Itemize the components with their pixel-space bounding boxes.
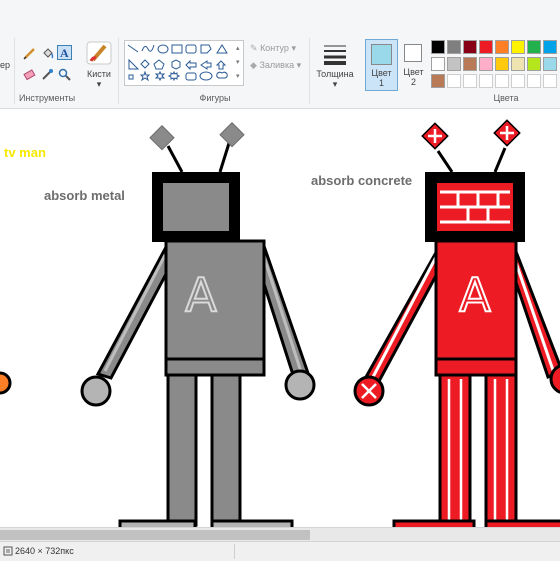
scrollbar-thumb[interactable] — [0, 530, 310, 540]
ribbon-separator — [309, 38, 310, 104]
metal-screen-letter: A — [185, 268, 217, 322]
palette-swatch[interactable] — [511, 74, 525, 88]
chevron-down-icon: ▾ — [332, 79, 338, 89]
chevron-down-icon: ▾ — [291, 43, 296, 53]
palette-swatch[interactable] — [463, 74, 477, 88]
palette-swatch[interactable] — [463, 57, 477, 71]
thickness-lines-icon — [324, 45, 346, 65]
colors-group-label: Цвета — [493, 93, 519, 103]
status-bar: 2640 × 732пкс — [0, 541, 560, 561]
palette-swatch[interactable] — [543, 74, 557, 88]
concrete-screen-letter: A — [459, 268, 491, 322]
svg-text:A: A — [60, 46, 69, 59]
drawing-strokes: A A — [0, 119, 560, 527]
tools-group-label: Инструменты — [18, 93, 76, 103]
shapes-icons — [127, 44, 228, 82]
palette-swatch[interactable] — [431, 40, 445, 54]
text-a-icon: A — [60, 46, 69, 59]
magnifier-icon — [58, 68, 71, 81]
paint-bucket-icon — [43, 48, 54, 59]
drawing-canvas[interactable]: tv man absorb metal absorb concrete A A — [0, 109, 560, 527]
color1-button[interactable]: Цвет 1 — [365, 39, 398, 91]
brushes-button[interactable] — [85, 40, 113, 66]
horizontal-scrollbar[interactable] — [0, 527, 560, 542]
canvas-size-icon — [3, 546, 13, 558]
metal-antenna-left — [149, 124, 175, 151]
palette-swatch[interactable] — [511, 40, 525, 54]
palette-swatch[interactable] — [447, 40, 461, 54]
metal-antenna-right — [219, 121, 245, 148]
fill-button[interactable]: ◆ Заливка ▾ — [250, 60, 301, 71]
palette-swatch[interactable] — [479, 74, 493, 88]
palette-swatch[interactable] — [495, 57, 509, 71]
shapes-scroll[interactable]: ▴ ▾ ▾ — [236, 42, 242, 84]
ribbon-separator — [14, 38, 15, 104]
color2-number: 2 — [410, 77, 416, 87]
ribbon: ер A Инструменты Кисти ▾ ▴ ▾ ▾ ✎ Контур … — [0, 0, 560, 109]
color-picker-tool[interactable] — [40, 67, 55, 82]
palette-swatch[interactable] — [543, 57, 557, 71]
metal-robot — [80, 121, 316, 527]
shapes-gallery[interactable] — [124, 40, 244, 86]
orange-robot-hand — [0, 371, 12, 395]
clipboard-partial-label: ер — [0, 60, 11, 70]
palette-swatch[interactable] — [543, 40, 557, 54]
chevron-down-icon: ▾ — [96, 79, 102, 89]
shapes-group-label: Фигуры — [199, 93, 231, 103]
magnifier-tool[interactable] — [57, 67, 72, 82]
outline-brush-icon: ✎ — [250, 43, 258, 53]
palette-swatch[interactable] — [447, 57, 461, 71]
ribbon-separator — [118, 38, 119, 104]
color1-number: 1 — [378, 78, 384, 88]
status-separator — [234, 544, 235, 559]
palette-swatch[interactable] — [495, 40, 509, 54]
palette-swatch[interactable] — [463, 40, 477, 54]
palette-swatch[interactable] — [479, 40, 493, 54]
canvas-dimensions: 2640 × 732пкс — [15, 546, 74, 556]
palette-swatch[interactable] — [431, 57, 445, 71]
pencil-tool[interactable] — [22, 46, 37, 61]
color1-swatch — [371, 44, 392, 65]
fill-label: Заливка — [259, 60, 295, 70]
palette-swatch[interactable] — [431, 74, 445, 88]
color2-swatch — [404, 44, 422, 62]
chevron-down-icon: ▾ — [296, 60, 302, 70]
outline-label: Контур — [260, 43, 289, 53]
eraser-tool[interactable] — [22, 67, 37, 82]
concrete-robot — [353, 119, 560, 527]
color-palette — [431, 40, 560, 92]
eraser-icon — [23, 69, 36, 81]
thickness-button[interactable] — [322, 40, 348, 66]
fill-bucket-icon: ◆ — [250, 60, 257, 70]
fill-tool[interactable] — [40, 46, 55, 61]
palette-swatch[interactable] — [527, 40, 541, 54]
palette-swatch[interactable] — [495, 74, 509, 88]
palette-swatch[interactable] — [479, 57, 493, 71]
outline-button[interactable]: ✎ Контур ▾ — [250, 43, 296, 54]
pencil-icon — [23, 48, 35, 60]
palette-swatch[interactable] — [527, 57, 541, 71]
palette-swatch[interactable] — [527, 74, 541, 88]
color2-button[interactable]: Цвет 2 — [399, 39, 428, 91]
palette-swatch[interactable] — [511, 57, 525, 71]
palette-swatch[interactable] — [447, 74, 461, 88]
brush-icon — [86, 41, 112, 65]
text-tool[interactable]: A — [57, 45, 72, 60]
eyedropper-icon — [42, 69, 53, 80]
